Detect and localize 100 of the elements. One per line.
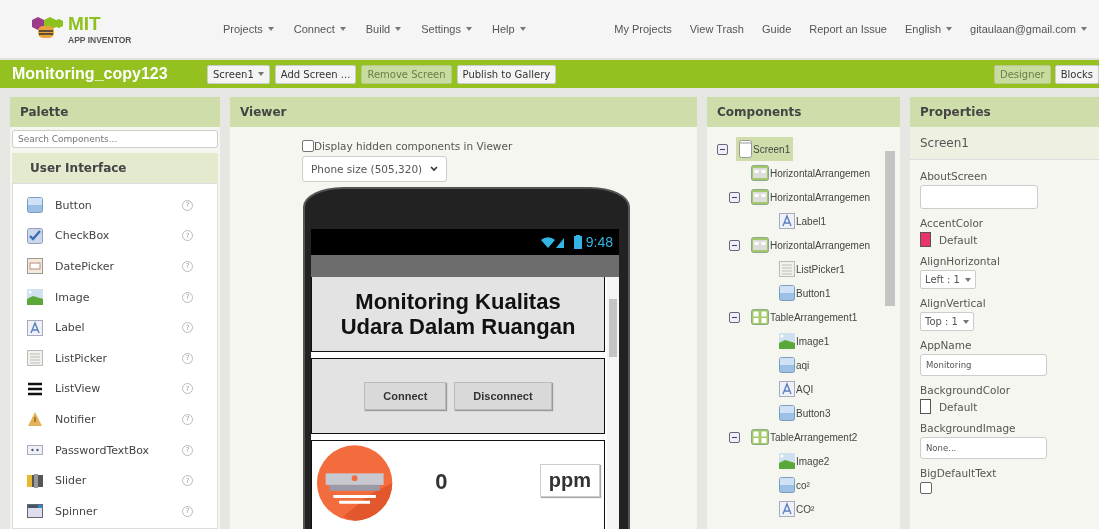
button-icon: [779, 477, 795, 493]
tree-item[interactable]: aqi: [776, 354, 813, 376]
label-icon: [779, 213, 795, 229]
caret-icon: [519, 27, 526, 31]
palette-item[interactable]: Notifier: [55, 412, 182, 426]
collapse-toggle[interactable]: [729, 431, 740, 443]
property-label: AccentColor: [920, 217, 985, 229]
tree-item[interactable]: ListPicker1: [776, 258, 848, 280]
caret-icon: [964, 277, 971, 282]
tree-item[interactable]: TableArrangement1: [748, 306, 861, 328]
chevron-icon: [430, 166, 439, 172]
tree-item[interactable]: AQI: [776, 378, 817, 400]
palette-item[interactable]: Label: [55, 321, 182, 335]
unit-button[interactable]: ppm: [539, 464, 600, 497]
input-field[interactable]: None...: [920, 437, 1047, 459]
property-label: BackgroundColor: [920, 384, 1012, 396]
tree-item[interactable]: Image1: [776, 330, 833, 352]
palette-item[interactable]: CheckBox: [55, 229, 182, 243]
menu-item[interactable]: Build: [365, 23, 402, 35]
palette-item[interactable]: ListView: [55, 382, 182, 396]
reading-value: 0: [435, 469, 449, 495]
tree-item[interactable]: co²: [776, 474, 813, 496]
logo[interactable]: MIT APP INVENTOR: [30, 13, 205, 45]
tree-item[interactable]: HorizontalArrangemen: [748, 162, 874, 184]
image-icon: [779, 333, 795, 349]
palette-item[interactable]: PasswordTextBox: [55, 443, 182, 457]
property-label: AppName: [920, 339, 973, 351]
collapse-toggle[interactable]: [729, 191, 740, 203]
label-icon: [779, 501, 795, 517]
nav-link[interactable]: Report an Issue: [809, 23, 887, 35]
warning-icon: [27, 411, 43, 428]
panel-header: Viewer: [230, 97, 697, 127]
button-icon: [779, 285, 795, 301]
property-label: AlignVertical: [920, 297, 987, 309]
palette-item[interactable]: DatePicker: [55, 260, 182, 273]
list-icon: [779, 261, 795, 277]
palette-item[interactable]: Slider: [55, 474, 182, 488]
palette-item[interactable]: ListPicker: [55, 351, 182, 365]
collapse-toggle[interactable]: [729, 311, 740, 323]
menu-item[interactable]: Projects: [223, 23, 274, 35]
tree-item[interactable]: Button1: [776, 282, 834, 304]
property-label: AboutScreen: [920, 170, 989, 182]
size-dropdown[interactable]: Phone size (505,320): [302, 156, 448, 182]
calendar-icon: [27, 258, 43, 275]
panel-header: Palette: [10, 97, 220, 127]
nav-link[interactable]: View Trash: [689, 23, 744, 35]
color-value: Default: [939, 400, 978, 413]
caret-icon: [339, 27, 346, 31]
tree-item[interactable]: TableArrangement2: [748, 426, 861, 448]
category-header[interactable]: User Interface: [12, 153, 218, 183]
tree-item[interactable]: HorizontalArrangemen: [748, 234, 874, 256]
input-field[interactable]: Monitoring: [920, 354, 1047, 376]
tree-item[interactable]: Image2: [776, 450, 833, 472]
nav-link[interactable]: Guide: [761, 23, 792, 35]
tree-item[interactable]: Label1: [776, 210, 830, 232]
tree-item[interactable]: HorizontalArrangemen: [748, 186, 874, 208]
nav-link[interactable]: gitaulaan@gmail.com: [970, 23, 1087, 35]
panel-header: Properties: [910, 97, 1099, 127]
table-icon: [751, 309, 769, 325]
menu-item[interactable]: Connect: [293, 23, 346, 35]
toolbar-button[interactable]: Publish to Gallery: [456, 64, 557, 84]
nav-link[interactable]: English: [904, 23, 953, 35]
menu-item[interactable]: Help: [491, 23, 526, 35]
dropdown[interactable]: Top : 1: [920, 312, 974, 331]
collapse-toggle[interactable]: [729, 239, 740, 251]
checkbox[interactable]: [302, 140, 314, 152]
color-swatch[interactable]: [920, 232, 931, 247]
palette-item[interactable]: Spinner: [55, 504, 182, 518]
arrangement-icon: [751, 189, 769, 205]
toolbar-button[interactable]: Add Screen ...: [274, 64, 357, 84]
app-button[interactable]: Connect: [364, 382, 447, 410]
label-icon: [27, 319, 43, 336]
table-icon: [751, 429, 769, 445]
tree-item[interactable]: Screen1: [736, 137, 794, 161]
property-label: BackgroundImage: [920, 422, 1017, 434]
dropdown[interactable]: Left : 1: [920, 270, 976, 289]
color-value: Default: [939, 233, 978, 246]
view-toggle[interactable]: Blocks: [1054, 64, 1099, 84]
checkbox[interactable]: [920, 482, 932, 494]
search-field[interactable]: Search Components...: [12, 130, 218, 148]
toolbar-button[interactable]: Screen1: [207, 64, 270, 84]
list-icon: [27, 350, 43, 367]
scrollbar[interactable]: [607, 277, 619, 529]
project-title: Monitoring_copy123: [12, 65, 169, 83]
checkbox-icon: [27, 227, 43, 244]
app-title: Monitoring Kualitas Udara Dalam Ruangan: [339, 288, 577, 340]
app-button[interactable]: Disconnect: [454, 382, 552, 410]
logo-title: MIT: [68, 13, 102, 35]
tree-item[interactable]: Button3: [776, 402, 834, 424]
color-swatch[interactable]: [920, 399, 931, 414]
button-icon: [779, 357, 795, 373]
tree-item[interactable]: CO²: [776, 498, 818, 520]
palette-item[interactable]: Image: [55, 290, 182, 304]
nav-link[interactable]: My Projects: [614, 23, 672, 35]
collapse-toggle[interactable]: [717, 143, 728, 155]
menu-item[interactable]: Settings: [421, 23, 472, 35]
property-label: BigDefaultText: [920, 467, 998, 479]
caret-icon: [395, 27, 402, 31]
caret-icon: [1081, 27, 1087, 31]
palette-item[interactable]: Button: [55, 198, 182, 212]
